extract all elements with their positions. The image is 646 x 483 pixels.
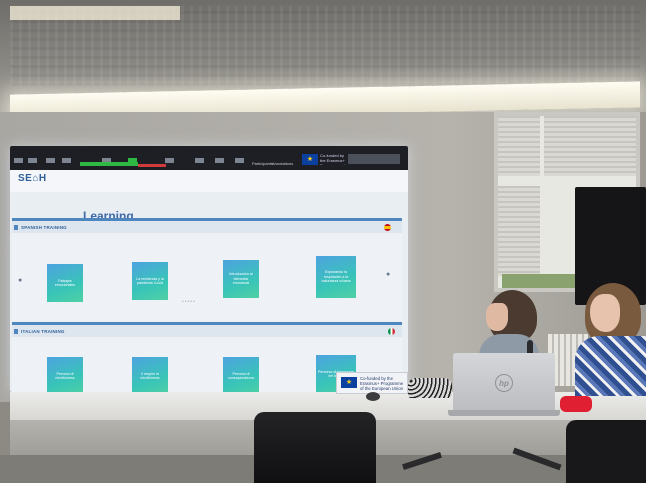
carousel-dots[interactable]: ••••• [182,299,196,305]
projection-screen: Participants Annotations ★ Co-funded by … [10,146,408,392]
site-navbar [10,170,408,192]
spanish-training-panel: SPANISH TRAINING ● Paisajes emocionales … [12,218,402,321]
toolbar-label-annotations: Annotations [272,161,294,166]
toolbar-icon [165,158,174,163]
course-card[interactable]: Paisajes emocionales [47,264,83,302]
person-right-face [590,294,620,332]
eu-funding-sticker: ★ Co-funded by the Erasmus+ Programme of… [336,372,408,394]
window-blind-lower [498,186,540,276]
eu-flag-icon: ★ [341,377,357,388]
toolbar-icon [46,158,55,163]
toolbar-icon [28,158,37,163]
meeting-toolbar: Participants Annotations ★ Co-funded by … [10,146,408,170]
toolbar-icon [215,158,224,163]
spain-flag-icon [384,224,391,231]
eu-flag-icon: ★ [302,154,318,165]
office-chair [254,412,376,483]
person-right-body [575,336,646,396]
site-logo: SE⌂H [18,173,47,184]
stop-share-indicator [138,164,166,167]
panel-header [12,325,402,337]
laptop-logo: hp [495,374,513,392]
prev-arrow-icon[interactable]: ● [18,277,22,284]
section-heading: SPANISH TRAINING [21,225,67,230]
window-blind-left [498,116,540,176]
toolbar-icon [235,158,244,163]
red-case [560,396,592,412]
office-chair-right [566,420,646,483]
italy-flag-icon [388,328,395,335]
course-card[interactable]: Introducción al bienestar emocional [223,260,259,298]
eu-badge-text: Co-funded by the Erasmus+ Programme of t… [320,153,345,165]
toolbar-label-participants: Participants [252,161,273,166]
ceiling-light [10,6,180,20]
toolbar-field [348,154,400,164]
section-heading: ITALIAN TRAINING [21,329,65,334]
panel-header [12,221,402,233]
next-arrow-icon[interactable]: ● [386,271,390,278]
course-card[interactable]: Explorando la respiración a la naturalez… [316,256,356,298]
course-card[interactable]: La resiliencia y la pandemia Covid [132,262,168,300]
patterned-bag [408,378,452,398]
course-card[interactable]: Percorsi di mindfulness [47,357,83,392]
toolbar-icon [14,158,23,163]
computer-mouse [366,392,380,401]
toolbar-icon [62,158,71,163]
toolbar-icon [195,158,204,163]
book-icon [14,329,18,334]
window-greenery [502,274,582,288]
laptop-base [448,410,560,416]
course-card[interactable]: Il respiro in mindfulness [132,357,168,392]
window-blind-right [544,116,636,176]
person-left-face [486,303,508,331]
sharing-indicator [80,162,138,166]
course-card[interactable]: Percorsi di consapevolezza [223,357,259,392]
sticker-text: Co-funded by the Erasmus+ Programme of t… [360,376,404,391]
book-icon [14,225,18,230]
